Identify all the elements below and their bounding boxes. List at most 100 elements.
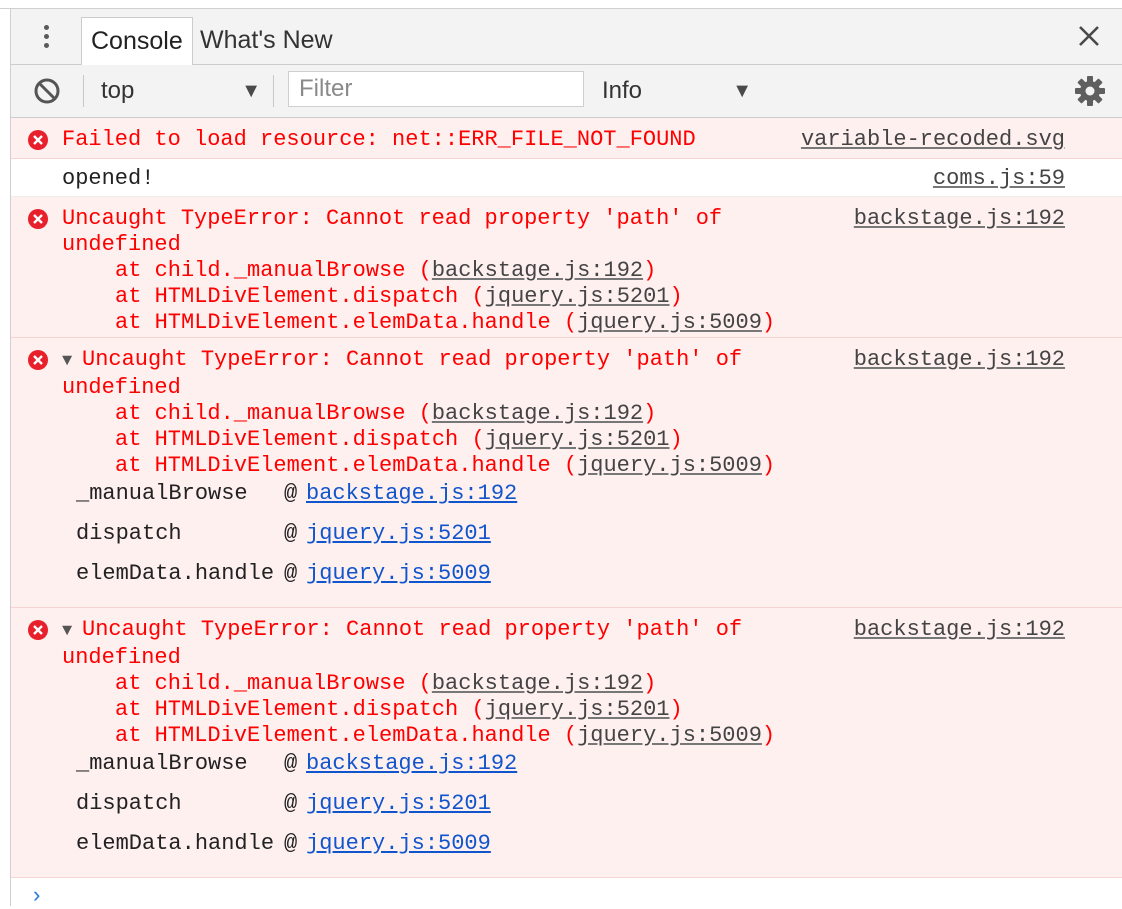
trace-function: dispatch xyxy=(76,791,182,816)
tab-console[interactable]: Console xyxy=(81,17,193,65)
message-source-link[interactable]: coms.js:59 xyxy=(933,166,1065,192)
trace-function: dispatch xyxy=(76,521,182,546)
trace-link[interactable]: jquery.js:5201 xyxy=(306,521,491,547)
stack-frame-text: at child._manualBrowse ( xyxy=(115,671,432,696)
trace-at: @ xyxy=(284,791,298,816)
error-body: ▼ Uncaught TypeError: Cannot read propert… xyxy=(62,617,775,749)
stack-frame-text: ) xyxy=(669,284,683,309)
trace-link[interactable]: jquery.js:5201 xyxy=(306,791,491,817)
error-icon xyxy=(28,209,48,229)
stack-frame: at child._manualBrowse (backstage.js:192… xyxy=(62,671,775,697)
stack-frame-text: ) xyxy=(669,697,683,722)
stack-frame: at child._manualBrowse (backstage.js:192… xyxy=(62,401,775,427)
stack-frame: at HTMLDivElement.elemData.handle (jquer… xyxy=(62,723,775,749)
stack-frame-text: at HTMLDivElement.dispatch ( xyxy=(115,697,485,722)
stack-frame-text: at HTMLDivElement.elemData.handle ( xyxy=(115,453,578,478)
trace-at: @ xyxy=(284,481,298,506)
trace-link[interactable]: jquery.js:5009 xyxy=(306,831,491,857)
stack-frame-text: at HTMLDivElement.elemData.handle ( xyxy=(115,723,578,748)
stack-frame: at child._manualBrowse (backstage.js:192… xyxy=(62,258,775,284)
trace-function: _manualBrowse xyxy=(76,751,248,776)
toolbar-divider xyxy=(83,75,84,107)
trace-at: @ xyxy=(284,521,298,546)
error-icon xyxy=(28,130,48,150)
error-text-line: undefined xyxy=(62,232,181,257)
console-prompt[interactable]: › xyxy=(30,884,43,909)
stack-frame-text: ) xyxy=(761,723,776,748)
trace-at: @ xyxy=(284,561,298,586)
console-error-message: ▼ Uncaught TypeError: Cannot read propert… xyxy=(11,338,1122,608)
console-error-message: ▼ Uncaught TypeError: Cannot read propert… xyxy=(11,608,1122,878)
kebab-dot xyxy=(44,34,49,39)
stack-frame-text: ) xyxy=(643,401,657,426)
error-text-line[interactable]: ▼ Uncaught TypeError: Cannot read propert… xyxy=(62,617,775,645)
message-source-link[interactable]: backstage.js:192 xyxy=(854,206,1065,232)
log-level-value: Info xyxy=(602,77,643,104)
stack-frame-text: at HTMLDivElement.elemData.handle ( xyxy=(115,310,578,335)
stack-frame-text: at child._manualBrowse ( xyxy=(115,258,432,283)
error-body: Uncaught TypeError: Cannot read property… xyxy=(62,206,775,336)
stack-frame-text: at child._manualBrowse ( xyxy=(115,401,432,426)
stack-frame-link[interactable]: backstage.js:192 xyxy=(432,258,643,283)
console-error-message: Uncaught TypeError: Cannot read property… xyxy=(11,197,1122,338)
context-selector-value: top xyxy=(101,77,135,104)
error-body: ▼ Uncaught TypeError: Cannot read propert… xyxy=(62,347,775,479)
stack-frame-text: ) xyxy=(643,258,657,283)
close-drawer-button[interactable] xyxy=(1076,23,1102,49)
close-icon xyxy=(1079,26,1099,46)
error-text-line[interactable]: ▼ Uncaught TypeError: Cannot read propert… xyxy=(62,347,775,375)
message-source-link[interactable]: backstage.js:192 xyxy=(854,617,1065,643)
stack-frame: at HTMLDivElement.dispatch (jquery.js:52… xyxy=(62,697,775,723)
trace-at: @ xyxy=(284,751,298,776)
toolbar-divider xyxy=(273,75,274,107)
error-icon xyxy=(28,620,48,640)
stack-frame-link[interactable]: backstage.js:192 xyxy=(432,671,643,696)
stack-frame-text: ) xyxy=(669,427,683,452)
drawer-tab-bar: Console What's New xyxy=(11,9,1122,65)
kebab-dot xyxy=(44,43,49,48)
trace-link[interactable]: backstage.js:192 xyxy=(306,481,517,507)
console-messages: Failed to load resource: net::ERR_FILE_N… xyxy=(11,118,1122,878)
console-settings-button[interactable] xyxy=(1074,75,1106,107)
stack-frame-text: ) xyxy=(761,310,776,335)
message-source-link[interactable]: backstage.js:192 xyxy=(854,347,1065,373)
error-icon xyxy=(28,350,48,370)
stack-frame-text: ) xyxy=(643,671,657,696)
expand-triangle-icon[interactable]: ▼ xyxy=(62,349,82,375)
error-text-line: Uncaught TypeError: Cannot read property… xyxy=(62,206,723,231)
gear-icon xyxy=(1075,76,1105,106)
expand-triangle-icon[interactable]: ▼ xyxy=(62,619,82,645)
error-text: Uncaught TypeError: Cannot read property… xyxy=(82,617,743,642)
stack-frame-link[interactable]: jquery.js:5009 xyxy=(577,310,762,335)
stack-frame-link[interactable]: jquery.js:5201 xyxy=(485,697,670,722)
stack-frame-link[interactable]: jquery.js:5009 xyxy=(577,723,762,748)
stack-frame-link[interactable]: jquery.js:5201 xyxy=(485,284,670,309)
dropdown-arrow-icon: ▼ xyxy=(241,80,261,102)
filter-input[interactable] xyxy=(288,71,584,107)
stack-frame-link[interactable]: jquery.js:5009 xyxy=(577,453,762,478)
trace-function: _manualBrowse xyxy=(76,481,248,506)
drawer-menu-button[interactable] xyxy=(35,23,59,51)
stack-frame-text: at HTMLDivElement.dispatch ( xyxy=(115,284,485,309)
stack-frame-text: ) xyxy=(761,453,776,478)
trace-link[interactable]: jquery.js:5009 xyxy=(306,561,491,587)
stack-frame-link[interactable]: jquery.js:5201 xyxy=(485,427,670,452)
console-log-message: opened! coms.js:59 xyxy=(11,159,1122,197)
message-source-link[interactable]: variable-recoded.svg xyxy=(801,127,1065,153)
console-error-message: Failed to load resource: net::ERR_FILE_N… xyxy=(11,118,1122,159)
tab-whats-new[interactable]: What's New xyxy=(200,17,333,63)
trace-function: elemData.handle xyxy=(76,561,275,586)
stack-frame-link[interactable]: backstage.js:192 xyxy=(432,401,643,426)
trace-function: elemData.handle xyxy=(76,831,275,856)
stack-frame: at HTMLDivElement.dispatch (jquery.js:52… xyxy=(62,284,775,310)
dropdown-arrow-icon: ▼ xyxy=(732,80,752,102)
stack-frame: at HTMLDivElement.dispatch (jquery.js:52… xyxy=(62,427,775,453)
stack-frame: at HTMLDivElement.elemData.handle (jquer… xyxy=(62,310,775,336)
error-text: Uncaught TypeError: Cannot read property… xyxy=(82,347,743,372)
clear-console-button[interactable] xyxy=(33,77,61,105)
log-level-selector[interactable]: Info ▼ xyxy=(602,73,752,109)
console-toolbar: top ▼ Info ▼ xyxy=(11,65,1122,118)
context-selector[interactable]: top ▼ xyxy=(101,73,261,109)
error-text-line: undefined xyxy=(62,645,181,670)
trace-link[interactable]: backstage.js:192 xyxy=(306,751,517,777)
